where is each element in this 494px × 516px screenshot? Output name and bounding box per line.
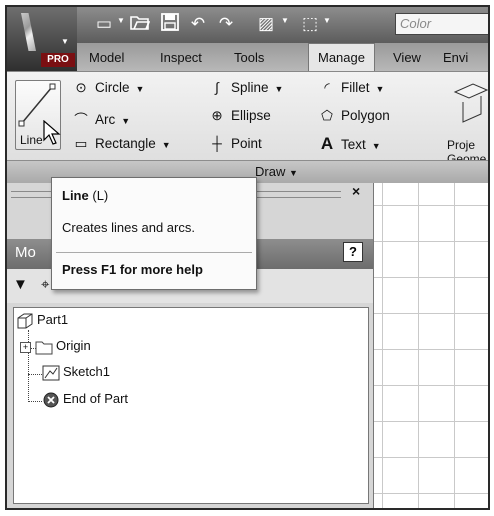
tree-node-end-of-part[interactable]: End of Part	[42, 391, 128, 408]
select-icon[interactable]: ⬚	[299, 13, 321, 35]
expand-icon[interactable]: +	[20, 342, 31, 353]
chevron-down-icon: ▼	[375, 84, 385, 94]
open-icon[interactable]	[129, 13, 151, 35]
find-icon[interactable]: ⌖	[41, 276, 49, 293]
graphics-window[interactable]	[374, 183, 488, 508]
ellipse-button[interactable]: ⊕ Ellipse	[207, 108, 270, 124]
help-icon[interactable]: ?	[343, 242, 363, 262]
application-menu-button[interactable]: ▼ PRO	[7, 7, 78, 71]
tab-manage[interactable]: Manage	[308, 43, 375, 71]
chevron-down-icon: ▼	[371, 141, 381, 151]
redo-icon[interactable]: ↷	[215, 13, 237, 35]
line-button-label: Line	[20, 133, 43, 147]
project-geometry-button[interactable]: Proje Geome	[447, 78, 488, 166]
chevron-down-icon[interactable]: ▼	[323, 16, 331, 25]
chevron-down-icon[interactable]: ▼	[117, 16, 125, 25]
tab-tools[interactable]: Tools	[234, 50, 264, 65]
appearance-icon[interactable]: ▨	[255, 13, 277, 35]
project-geometry-label-1: Proje	[447, 138, 476, 152]
fillet-icon: ◜	[324, 80, 330, 95]
chevron-down-icon[interactable]: ▼	[281, 16, 289, 25]
text-icon: A	[320, 134, 334, 153]
spline-button[interactable]: ∫ Spline ▼	[207, 80, 283, 95]
quick-access-toolbar: ▭ ▼ ↶ ↷ ▨ ▼ ⬚ ▼ Color	[77, 7, 488, 43]
point-icon: ┼	[212, 136, 222, 151]
fillet-button[interactable]: ◜ Fillet ▼	[317, 80, 384, 96]
chevron-down-icon: ▼	[274, 84, 284, 94]
model-tree: Part1 + Origin Sketch1 End of Part	[13, 307, 369, 504]
chevron-down-icon: ▼	[121, 116, 131, 126]
end-of-part-icon	[43, 392, 59, 408]
text-button[interactable]: A Text ▼	[317, 134, 381, 154]
browser-title: Mo	[15, 244, 36, 261]
chevron-down-icon: ▼	[135, 84, 145, 94]
ribbon-tabs: Model Inspect Tools Manage View Envi	[77, 43, 488, 71]
tree-node-sketch1[interactable]: Sketch1	[42, 364, 110, 381]
arc-button[interactable]: ⌒ Arc ▼	[71, 108, 130, 128]
spline-icon: ∫	[215, 80, 219, 95]
app-logo-icon	[21, 13, 36, 51]
line-tooltip: Line (L) Creates lines and arcs. Press F…	[51, 177, 257, 290]
tooltip-title: Line	[62, 188, 89, 203]
undo-icon[interactable]: ↶	[187, 13, 209, 35]
close-icon[interactable]: ×	[352, 183, 360, 199]
tab-view[interactable]: View	[393, 50, 421, 65]
polygon-button[interactable]: ⬠ Polygon	[317, 108, 390, 124]
arc-icon: ⌒	[74, 112, 88, 127]
app-window: ▼ PRO ▭ ▼ ↶ ↷ ▨ ▼ ⬚ ▼ Color Model Inspec…	[5, 5, 490, 510]
tooltip-divider	[56, 252, 252, 253]
sketch-icon	[42, 365, 60, 381]
rectangle-icon: ▭	[74, 136, 88, 151]
mouse-cursor-icon	[43, 120, 61, 145]
tooltip-help: Press F1 for more help	[62, 262, 203, 277]
tab-environments[interactable]: Envi	[443, 50, 468, 65]
part-icon	[17, 313, 33, 329]
chevron-down-icon: ▼	[61, 37, 69, 46]
tab-model[interactable]: Model	[89, 50, 124, 65]
panel-title: Draw	[255, 164, 286, 179]
tree-node-part1[interactable]: Part1	[16, 312, 68, 329]
new-icon[interactable]: ▭	[93, 13, 115, 35]
ribbon-panel: Line ⊙ Circle ▼ ⌒ Arc ▼ ▭ Rectangle ▼ ∫ Spline ▼…	[7, 71, 488, 185]
tooltip-shortcut: (L)	[92, 188, 109, 203]
point-button[interactable]: ┼ Point	[207, 136, 262, 151]
save-icon[interactable]	[159, 13, 181, 35]
rectangle-button[interactable]: ▭ Rectangle ▼	[71, 136, 171, 152]
filter-icon[interactable]: ▼	[13, 276, 28, 293]
folder-icon	[35, 341, 53, 355]
pro-badge: PRO	[41, 53, 75, 67]
tab-inspect[interactable]: Inspect	[160, 50, 202, 65]
polygon-icon: ⬠	[321, 108, 333, 123]
circle-button[interactable]: ⊙ Circle ▼	[71, 80, 144, 96]
chevron-down-icon: ▼	[161, 140, 171, 150]
tooltip-description: Creates lines and arcs.	[62, 220, 195, 235]
chevron-down-icon: ▼	[288, 168, 298, 178]
color-selector[interactable]: Color	[395, 13, 488, 35]
circle-icon: ⊙	[75, 80, 87, 95]
project-geometry-icon	[453, 83, 488, 123]
tree-node-origin[interactable]: + Origin	[20, 338, 91, 355]
ellipse-icon: ⊕	[211, 108, 223, 123]
